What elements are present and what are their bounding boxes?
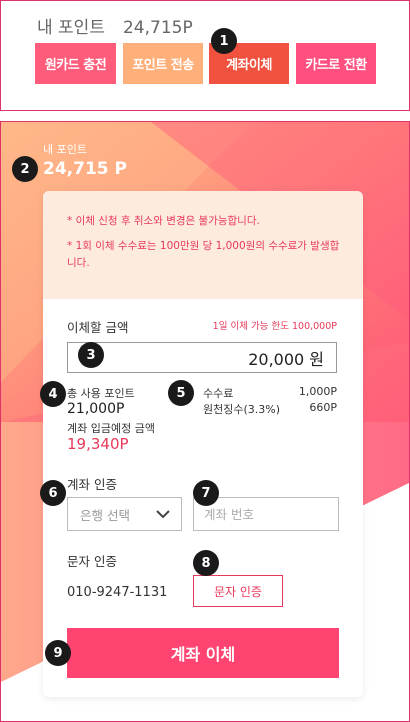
bank-select[interactable]: 은행 선택 — [67, 497, 182, 531]
point-transfer-button[interactable]: 포인트 전송 — [123, 43, 203, 84]
marker-2: 2 — [12, 156, 38, 182]
fee-label: 수수료 — [203, 387, 234, 400]
chevron-down-icon — [156, 510, 170, 519]
deposit-label: 계좌 입금예정 금액 — [67, 422, 155, 435]
bank-select-placeholder: 은행 선택 — [80, 507, 130, 523]
tax-value: 660P — [309, 401, 337, 414]
fee-value: 1,000P — [298, 385, 337, 398]
account-auth-label: 계좌 인증 — [67, 477, 117, 492]
marker-5: 5 — [168, 380, 194, 406]
phone-number: 010-9247-1131 — [67, 585, 168, 600]
transfer-card: * 이체 신청 후 취소와 변경은 불가능합니다. * 1회 이체 수수료는 1… — [43, 191, 363, 697]
onecard-charge-button[interactable]: 원카드 충전 — [35, 43, 116, 84]
notice-box: * 이체 신청 후 취소와 변경은 불가능합니다. * 1회 이체 수수료는 1… — [43, 191, 363, 299]
top-points-label: 내 포인트 — [37, 18, 105, 38]
transfer-panel: 내 포인트 24,715 P * 이체 신청 후 취소와 변경은 불가능합니다.… — [0, 121, 410, 722]
top-points-summary: 내 포인트 24,715P — [37, 13, 193, 38]
sms-auth-label: 문자 인증 — [67, 554, 117, 569]
main-points-label: 내 포인트 — [43, 143, 87, 156]
card-convert-button[interactable]: 카드로 전환 — [296, 43, 376, 84]
marker-8: 8 — [193, 550, 219, 576]
amount-input[interactable]: 20,000 원 — [67, 342, 337, 373]
marker-3: 3 — [78, 342, 104, 368]
deposit-value: 19,340P — [67, 435, 129, 453]
daily-limit-text: 1일 이체 가능 한도 100,000P — [212, 321, 337, 332]
amount-label: 이체할 금액 — [67, 320, 129, 335]
notice-cancel: * 이체 신청 후 취소와 변경은 불가능합니다. — [67, 215, 260, 227]
marker-9: 9 — [45, 640, 71, 666]
marker-4: 4 — [40, 381, 66, 407]
tax-label: 원천징수(3.3%) — [203, 403, 281, 416]
marker-6: 6 — [40, 480, 66, 506]
marker-1: 1 — [211, 28, 237, 54]
total-used-value: 21,000P — [67, 401, 125, 417]
notice-fee: * 1회 이체 수수료는 100만원 당 1,000원의 수수료가 발생합니다. — [67, 240, 340, 269]
top-panel: 내 포인트 24,715P 원카드 충전 포인트 전송 계좌이체 카드로 전환 — [0, 0, 410, 111]
main-points-value: 24,715 P — [43, 159, 127, 179]
account-transfer-submit-button[interactable]: 계좌 이체 — [67, 628, 339, 678]
marker-7: 7 — [193, 480, 219, 506]
total-used-label: 총 사용 포인트 — [67, 387, 135, 400]
sms-auth-button[interactable]: 문자 인증 — [193, 575, 283, 607]
top-points-value: 24,715P — [122, 18, 193, 38]
